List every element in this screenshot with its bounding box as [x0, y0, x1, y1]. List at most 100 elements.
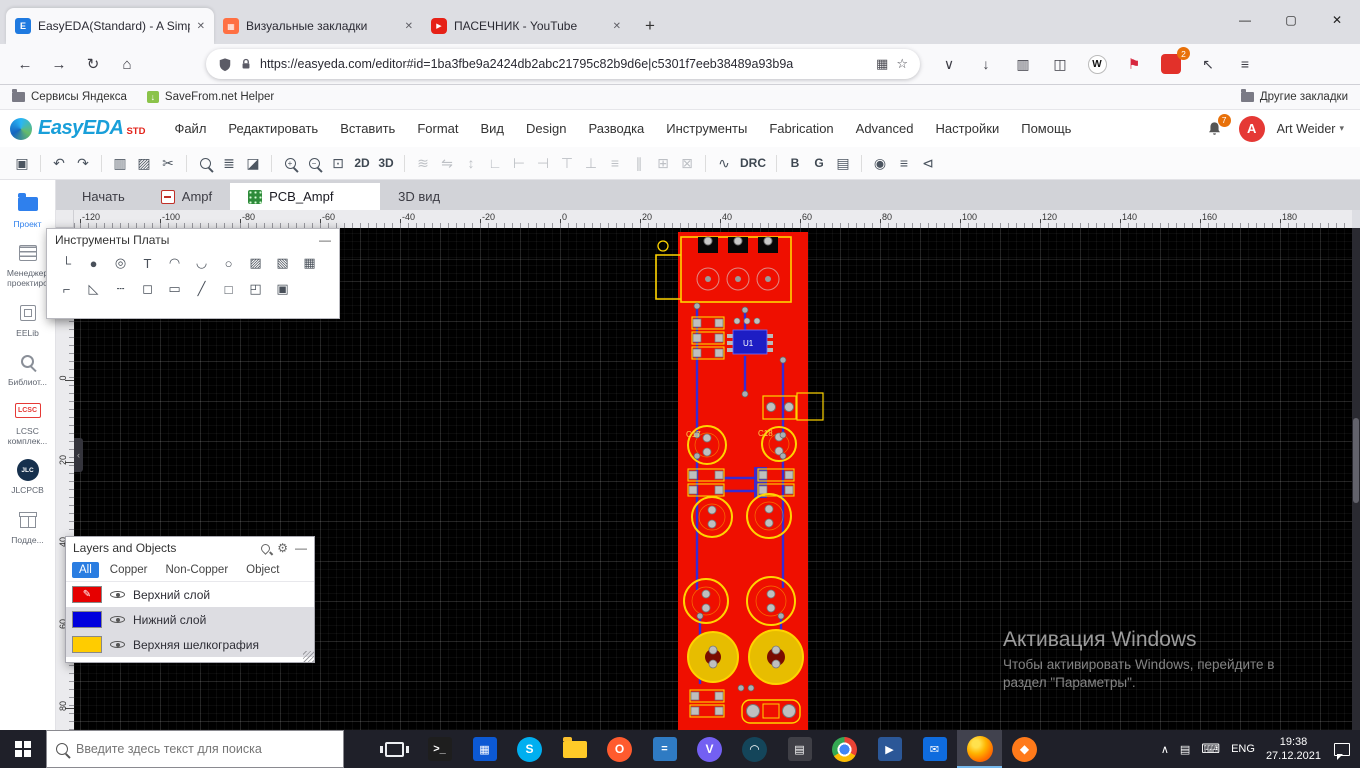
align-center-icon[interactable]: ≡ — [603, 151, 627, 175]
browser-tab[interactable]: E EasyEDA(Standard) - A Simple ✕ — [6, 8, 214, 44]
taskbar-app-file-explorer[interactable] — [552, 730, 597, 768]
menu-item[interactable]: Design — [515, 121, 577, 136]
menu-item[interactable]: Вид — [470, 121, 516, 136]
language-indicator[interactable]: ENG — [1231, 743, 1255, 755]
drc-icon[interactable]: DRC — [736, 151, 770, 175]
gear-icon[interactable]: ⚙ — [277, 541, 288, 555]
doc-tab-start[interactable]: Начать — [64, 183, 143, 210]
bookmark-item[interactable]: SaveFrom.net Helper — [146, 91, 274, 103]
tab-close-icon[interactable]: ✕ — [197, 21, 205, 32]
text-tool-icon[interactable]: T — [134, 251, 161, 275]
grid-icon[interactable]: ⊠ — [675, 151, 699, 175]
pcb-capacitor-filled[interactable] — [687, 631, 739, 683]
dimension-tool-icon[interactable]: ┄ — [107, 277, 134, 301]
align-top-icon[interactable]: ⊤ — [555, 151, 579, 175]
tray-app-icon[interactable]: ▤ — [1180, 743, 1190, 756]
pcb-capacitor-filled[interactable] — [748, 629, 804, 685]
notification-center-icon[interactable] — [1334, 742, 1350, 760]
touch-keyboard-icon[interactable]: ⌨ — [1201, 741, 1220, 757]
minimize-button[interactable]: — — [1222, 0, 1268, 40]
autoroute-icon[interactable]: ∿ — [712, 151, 736, 175]
bookmark-flag-icon[interactable]: ⚑ — [1119, 50, 1149, 78]
sidebars-icon[interactable]: ◫ — [1045, 50, 1075, 78]
menu-icon[interactable]: ≡ — [1230, 50, 1260, 78]
footprint-tool-icon[interactable]: ▣ — [269, 277, 296, 301]
save-icon[interactable]: ▣ — [10, 151, 34, 175]
bookmark-star-icon[interactable]: ☆ — [896, 56, 908, 72]
pointer-extension-icon[interactable]: ↖ — [1193, 50, 1223, 78]
taskbar-app-firefox[interactable] — [957, 730, 1002, 768]
arc-3pt-tool-icon[interactable]: ◡ — [188, 251, 215, 275]
user-menu[interactable]: Art Weider ▾ — [1277, 122, 1344, 136]
taskbar-app-skype[interactable]: S — [507, 730, 552, 768]
image-tool-icon[interactable]: ▦ — [296, 251, 323, 275]
zoom-in-icon[interactable]: + — [278, 151, 302, 175]
line-tool-icon[interactable]: ╱ — [188, 277, 215, 301]
panel-collapse-handle[interactable]: ‹ — [74, 438, 83, 472]
rotate-icon[interactable]: ∟ — [483, 151, 507, 175]
copper-area-tool-icon[interactable]: ▨ — [242, 251, 269, 275]
circle-tool-icon[interactable]: ○ — [215, 251, 242, 275]
eye-icon[interactable] — [110, 612, 125, 627]
doc-tab-ampf[interactable]: Ampf — [143, 183, 230, 210]
sidebar-item-support[interactable]: Подде... — [0, 508, 55, 545]
rect-tool-icon[interactable]: ▭ — [161, 277, 188, 301]
zoom-fit-icon[interactable]: ⊡ — [326, 151, 350, 175]
wikipedia-icon[interactable]: W — [1082, 50, 1112, 78]
menu-item[interactable]: Format — [406, 121, 469, 136]
other-bookmarks[interactable]: Другие закладки — [1240, 89, 1348, 103]
taskbar-app-browser-orange[interactable]: O — [597, 730, 642, 768]
undo-icon[interactable]: ↶ — [47, 151, 71, 175]
downloads-icon[interactable]: ↓ — [971, 50, 1001, 78]
layers-panel-header[interactable]: Layers and Objects ⚙ — — [66, 537, 314, 559]
layer-color-swatch[interactable] — [72, 636, 102, 653]
menu-item[interactable]: Настройки — [924, 121, 1010, 136]
pocket-icon[interactable]: ∨ — [934, 50, 964, 78]
taskbar-app-mail[interactable]: ✉ — [912, 730, 957, 768]
sidebar-item-jlcpcb[interactable]: JLC JLCPCB — [0, 458, 55, 495]
sidebar-item-project[interactable]: Проект — [0, 192, 55, 229]
via-tool-icon[interactable]: ◎ — [107, 251, 134, 275]
easyeda-logo[interactable]: EasyEDA STD — [10, 117, 145, 140]
align-left-icon[interactable]: ⊢ — [507, 151, 531, 175]
board-outline-tool-icon[interactable]: ⌐ — [53, 277, 80, 301]
taskbar-app-terminal[interactable]: >_ — [417, 730, 462, 768]
menu-item[interactable]: Инструменты — [655, 121, 758, 136]
align-bottom-icon[interactable]: ⊥ — [579, 151, 603, 175]
library-icon[interactable]: ▥ — [1008, 50, 1038, 78]
hole-tool-icon[interactable]: ◻ — [134, 277, 161, 301]
layers-tab-non-copper[interactable]: Non-Copper — [159, 562, 236, 578]
forward-button[interactable]: → — [42, 49, 76, 79]
board-tools-header[interactable]: Инструменты Платы — — [47, 229, 339, 250]
search-icon[interactable] — [193, 151, 217, 175]
browser-tab[interactable]: ▶ ПАСЕЧНИК - YouTube ✕ — [422, 8, 630, 44]
eraser-icon[interactable]: ◪ — [241, 151, 265, 175]
reload-button[interactable]: ↻ — [76, 49, 110, 79]
duplicate-icon[interactable]: ▨ — [132, 151, 156, 175]
menu-item[interactable]: Помощь — [1010, 121, 1082, 136]
cut-icon[interactable]: ✂ — [156, 151, 180, 175]
flip-v-icon[interactable]: ↕ — [459, 151, 483, 175]
sidebar-item-library[interactable]: Библиот... — [0, 350, 55, 387]
start-button[interactable] — [0, 730, 46, 768]
menu-item[interactable]: Advanced — [845, 121, 925, 136]
distribute-h-icon[interactable]: ∥ — [627, 151, 651, 175]
v-scrollbar[interactable] — [1352, 228, 1360, 730]
layer-color-swatch[interactable]: ✎ — [72, 586, 102, 603]
avatar[interactable]: A — [1238, 115, 1265, 142]
extension-icon[interactable]: 2 — [1156, 47, 1190, 78]
panel-minimize-icon[interactable]: — — [295, 541, 307, 555]
layers-tab-object[interactable]: Object — [239, 562, 286, 578]
redo-icon[interactable]: ↷ — [71, 151, 95, 175]
layers-tab-copper[interactable]: Copper — [103, 562, 155, 578]
pin-icon[interactable] — [259, 541, 273, 555]
taskbar-app-meeting-app[interactable]: ◠ — [732, 730, 777, 768]
search-input[interactable] — [76, 742, 334, 756]
new-tab-button[interactable]: + — [636, 12, 664, 40]
align-right-icon[interactable]: ⊣ — [531, 151, 555, 175]
browser-tab[interactable]: ▦ Визуальные закладки ✕ — [214, 8, 422, 44]
measure-tool-icon[interactable]: ◺ — [80, 277, 107, 301]
shield-icon[interactable] — [218, 57, 232, 72]
square-tool-icon[interactable]: □ — [215, 277, 242, 301]
doc-tab-3d-view[interactable]: 3D вид — [380, 183, 458, 210]
